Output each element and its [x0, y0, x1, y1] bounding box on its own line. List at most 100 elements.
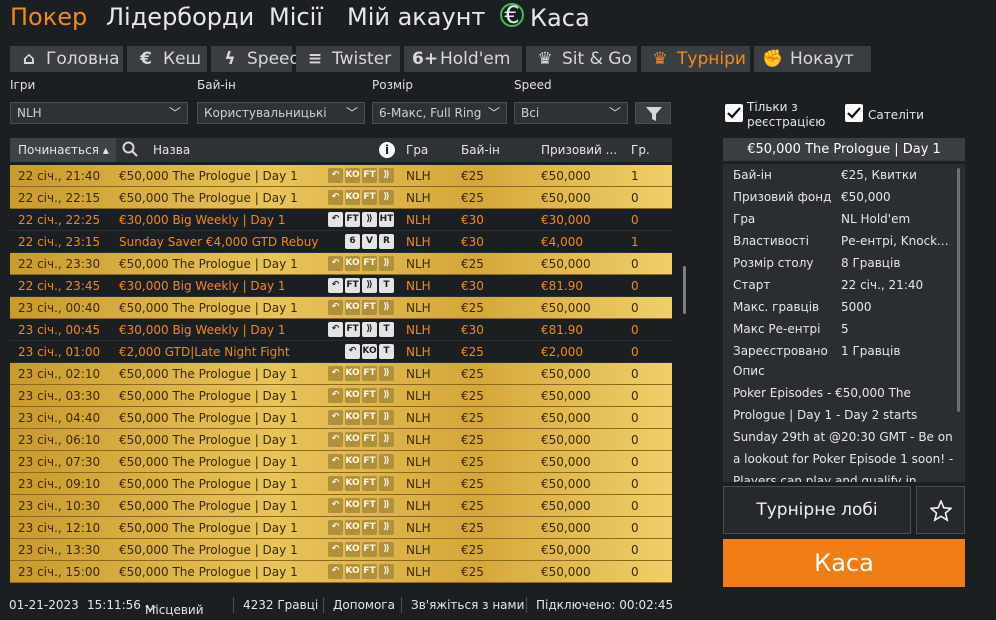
chevron-down-icon: ﹀ — [345, 106, 358, 120]
header-game[interactable]: Гра — [406, 143, 428, 157]
badge-group: ↶ KO FT ⟫ — [328, 388, 394, 403]
cell-game: NLH — [406, 455, 431, 469]
help-link[interactable]: Допомога — [333, 598, 395, 612]
size-select[interactable]: 6-Макс, Full Ring ﹀ — [372, 102, 507, 124]
detail-value: 5 — [841, 322, 849, 336]
registering-only-label[interactable]: Тільки з реєстрацією — [747, 100, 837, 130]
cell-players: 0 — [631, 279, 639, 293]
table-row[interactable]: 22 січ., 23:45 €30,000 Big Weekly | Day 1… — [10, 275, 672, 297]
info-icon[interactable]: i — [379, 142, 395, 158]
tab-holdem[interactable]: 6+ Hold'em — [404, 46, 522, 72]
tournament-badge: KO — [345, 498, 360, 513]
tab-home[interactable]: ⌂ Головна — [10, 46, 123, 72]
header-buyin[interactable]: Бай-ін — [461, 143, 500, 157]
tab-label: Speed — [247, 49, 301, 69]
tournament-badge: ⟫ — [362, 322, 377, 337]
cell-buyin: €25 — [461, 301, 484, 315]
cell-start: 23 січ., 00:45 — [18, 323, 101, 337]
cell-name: €50,000 The Prologue | Day 1 — [119, 543, 298, 557]
table-row[interactable]: 23 січ., 15:00 €50,000 The Prologue | Day… — [10, 561, 672, 583]
cash-button[interactable]: Каса — [723, 539, 965, 587]
cell-name: Sunday Saver €4,000 GTD Rebuy — [119, 235, 319, 249]
table-row[interactable]: 23 січ., 01:00 €2,000 GTD|Late Night Figh… — [10, 341, 672, 363]
star-icon — [930, 500, 952, 522]
favorite-button[interactable] — [916, 486, 965, 534]
table-row[interactable]: 23 січ., 04:40 €50,000 The Prologue | Day… — [10, 407, 672, 429]
tournament-badge: FT — [362, 454, 377, 469]
tab-sit-and-go[interactable]: ♛ Sit & Go — [526, 46, 637, 72]
registering-only-checkbox[interactable] — [725, 104, 743, 122]
footer-players: 4232 Гравці — [243, 598, 319, 612]
nav-cash[interactable]: € Каса — [500, 3, 590, 32]
filter-button[interactable] — [635, 102, 671, 124]
header-name[interactable]: Назва — [153, 143, 190, 157]
table-row[interactable]: 22 січ., 23:30 €50,000 The Prologue | Day… — [10, 253, 672, 275]
tournament-badge: ⟫ — [362, 278, 377, 293]
cell-game: NLH — [406, 543, 431, 557]
nav-account[interactable]: Мій акаунт — [347, 3, 485, 31]
cell-prize: €50,000 — [541, 477, 591, 491]
nav-poker[interactable]: Покер — [10, 3, 87, 31]
tournament-badge: ↶ — [328, 498, 343, 513]
chevron-down-icon: ﹀ — [145, 605, 158, 619]
badge-group: ↶ KO FT ⟫ — [328, 410, 394, 425]
speed-select[interactable]: Всі ﹀ — [514, 102, 628, 124]
cell-prize: €50,000 — [541, 521, 591, 535]
table-row[interactable]: 22 січ., 22:15 €50,000 The Prologue | Day… — [10, 187, 672, 209]
tournament-badge: FT — [362, 190, 377, 205]
tab-tournaments[interactable]: ♛ Турніри — [641, 46, 750, 72]
table-row[interactable]: 23 січ., 00:40 €50,000 The Prologue | Day… — [10, 297, 672, 319]
detail-label: Властивості — [733, 234, 809, 248]
table-row[interactable]: 23 січ., 03:30 €50,000 The Prologue | Day… — [10, 385, 672, 407]
table-row[interactable]: 23 січ., 00:45 €30,000 Big Weekly | Day 1… — [10, 319, 672, 341]
satellites-label[interactable]: Сателіти — [868, 108, 924, 123]
table-row[interactable]: 23 січ., 06:10 €50,000 The Prologue | Day… — [10, 429, 672, 451]
games-select[interactable]: NLH ﹀ — [10, 102, 188, 124]
badge-group: 6VR — [345, 234, 394, 249]
cell-name: €50,000 The Prologue | Day 1 — [119, 301, 298, 315]
table-row[interactable]: 23 січ., 13:30 €50,000 The Prologue | Day… — [10, 539, 672, 561]
nav-leaderboards[interactable]: Лідерборди — [106, 3, 254, 31]
table-row[interactable]: 22 січ., 21:40 €50,000 The Prologue | Day… — [10, 165, 672, 187]
table-scrollbar[interactable] — [683, 266, 686, 314]
tab-twister[interactable]: ≡ Twister — [296, 46, 400, 72]
table-row[interactable]: 23 січ., 02:10 €50,000 The Prologue | Day… — [10, 363, 672, 385]
cell-game: NLH — [406, 389, 431, 403]
tournament-badge: FT — [362, 520, 377, 535]
cell-game: NLH — [406, 191, 431, 205]
tornado-icon: ≡ — [307, 49, 323, 69]
header-start[interactable]: Починається ▴ — [18, 143, 109, 157]
search-icon[interactable] — [122, 141, 138, 160]
tournament-badge: ↶ — [328, 212, 343, 227]
table-row[interactable]: 23 січ., 12:10 €50,000 The Prologue | Day… — [10, 517, 672, 539]
cell-players: 0 — [631, 389, 639, 403]
nav-missions[interactable]: Місії — [269, 3, 323, 31]
cell-start: 23 січ., 06:10 — [18, 433, 101, 447]
tab-knockout[interactable]: ✊ Нокаут — [754, 46, 871, 72]
tab-speed[interactable]: ϟ Speed — [211, 46, 300, 72]
buyin-select[interactable]: Користувальницькі ﹀ — [197, 102, 365, 124]
detail-value: NL Hold'em — [841, 212, 911, 226]
cell-game: NLH — [406, 213, 431, 227]
table-row[interactable]: 22 січ., 22:25 €30,000 Big Weekly | Day 1… — [10, 209, 672, 231]
chevron-down-icon: ﹀ — [168, 106, 181, 120]
cell-buyin: €25 — [461, 345, 484, 359]
cell-start: 22 січ., 21:40 — [18, 169, 101, 183]
header-players[interactable]: Гр. — [631, 143, 650, 157]
tournament-lobby-button[interactable]: Турнірне лобі — [723, 486, 911, 534]
tab-cash[interactable]: € Кеш — [127, 46, 207, 72]
table-row[interactable]: 23 січ., 07:30 €50,000 The Prologue | Day… — [10, 451, 672, 473]
tournament-badge: ⟫ — [379, 300, 394, 315]
table-row[interactable]: 23 січ., 09:10 €50,000 The Prologue | Day… — [10, 473, 672, 495]
satellites-checkbox[interactable] — [845, 104, 863, 122]
contact-link[interactable]: Зв'яжіться з нами — [411, 598, 524, 612]
table-row[interactable]: 22 січ., 23:15 Sunday Saver €4,000 GTD Re… — [10, 231, 672, 253]
details-scrollbar[interactable] — [957, 168, 960, 412]
tournament-badge: ↶ — [328, 190, 343, 205]
cell-prize: €81.90 — [541, 279, 583, 293]
header-prize[interactable]: Призовий ... — [541, 143, 617, 157]
euro-icon: € — [140, 49, 152, 69]
detail-label: Гра — [733, 212, 756, 226]
speed-filter-label: Speed — [514, 78, 552, 92]
table-row[interactable]: 23 січ., 10:30 €50,000 The Prologue | Day… — [10, 495, 672, 517]
